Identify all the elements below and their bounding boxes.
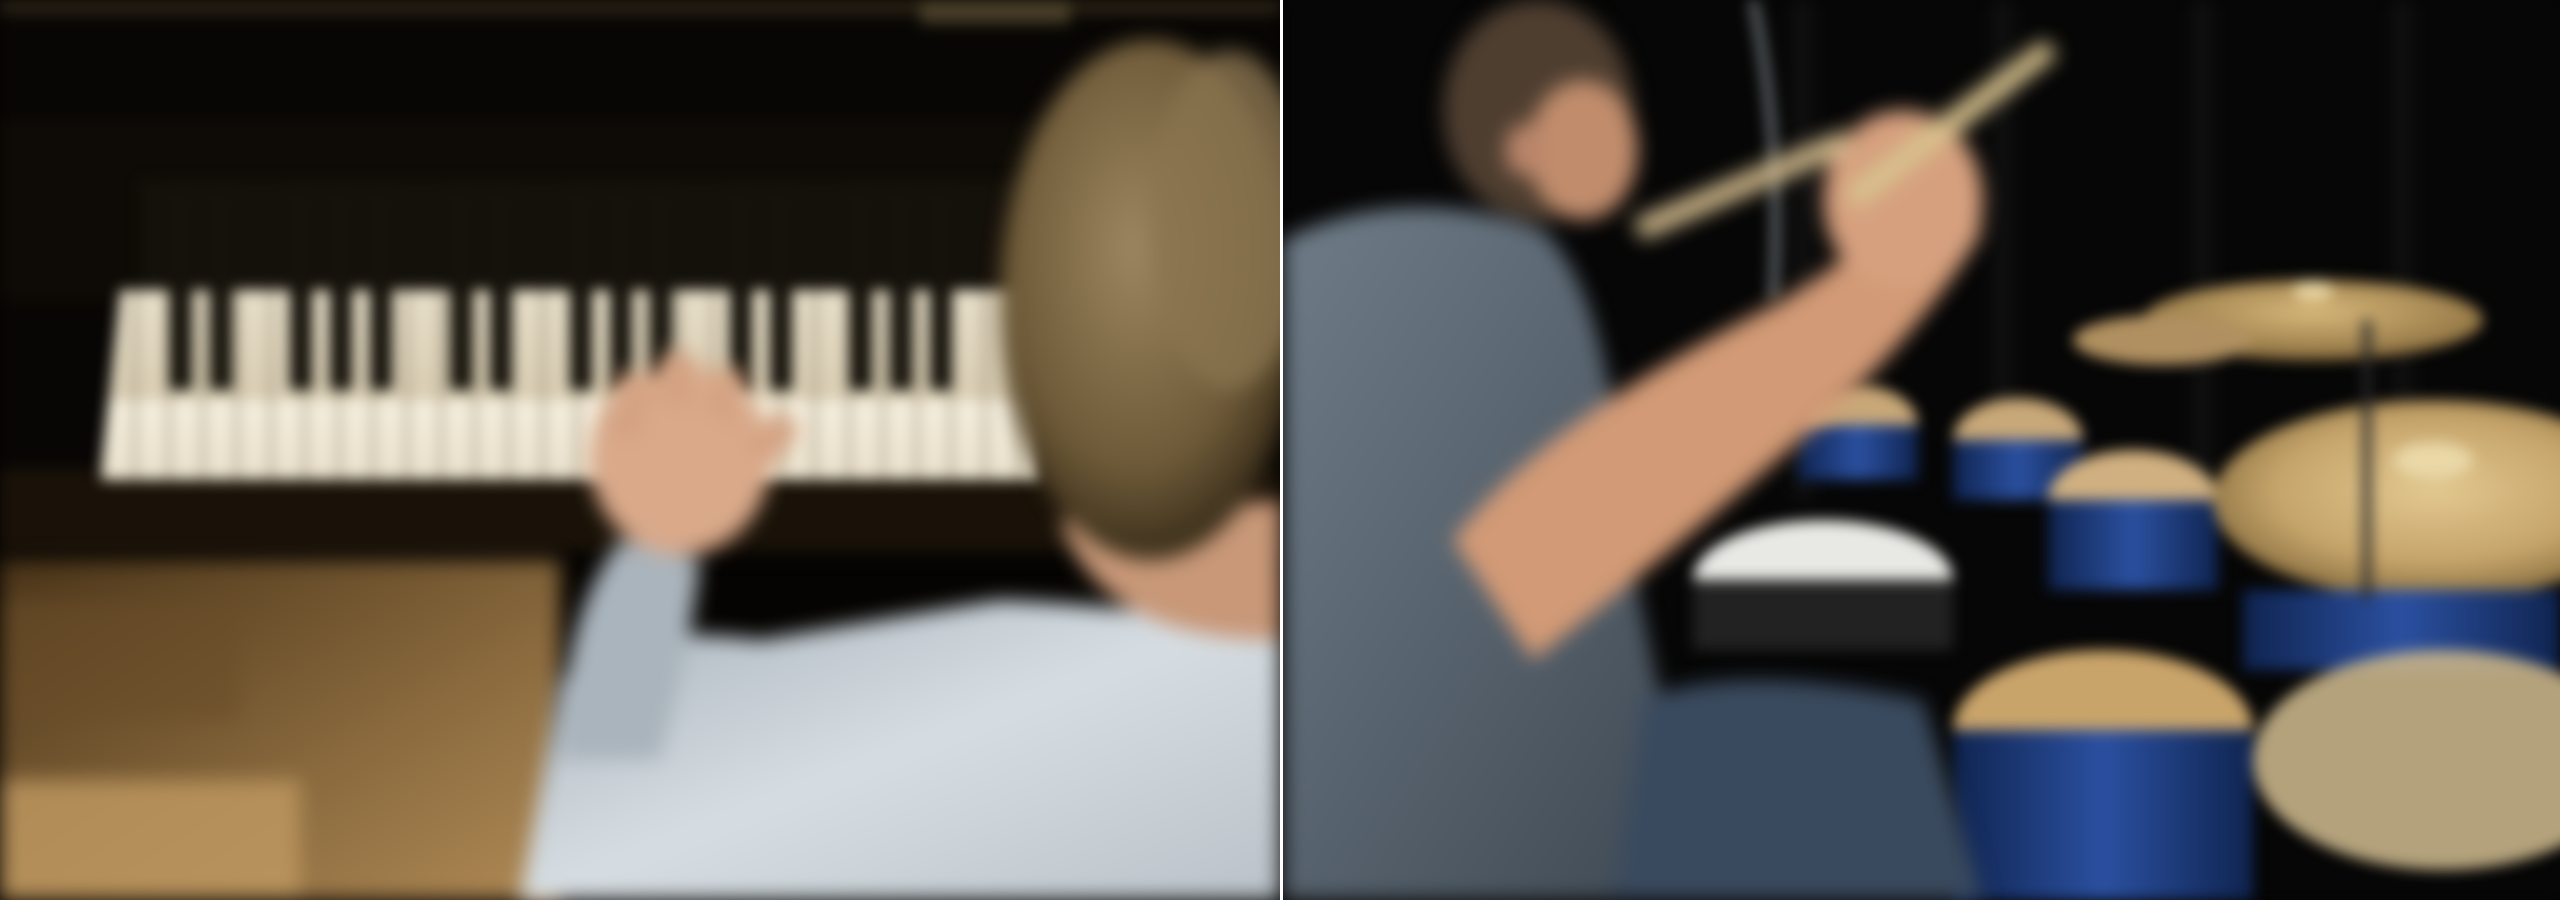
- wooden-floor: [0, 560, 560, 900]
- drum-scene: [1283, 0, 2560, 900]
- split-image: [0, 0, 2560, 900]
- piano-scene: [0, 0, 1280, 900]
- left-photo-piano: [0, 0, 1280, 900]
- piano-keyboard: [100, 180, 1050, 480]
- right-photo-drums: [1283, 0, 2560, 900]
